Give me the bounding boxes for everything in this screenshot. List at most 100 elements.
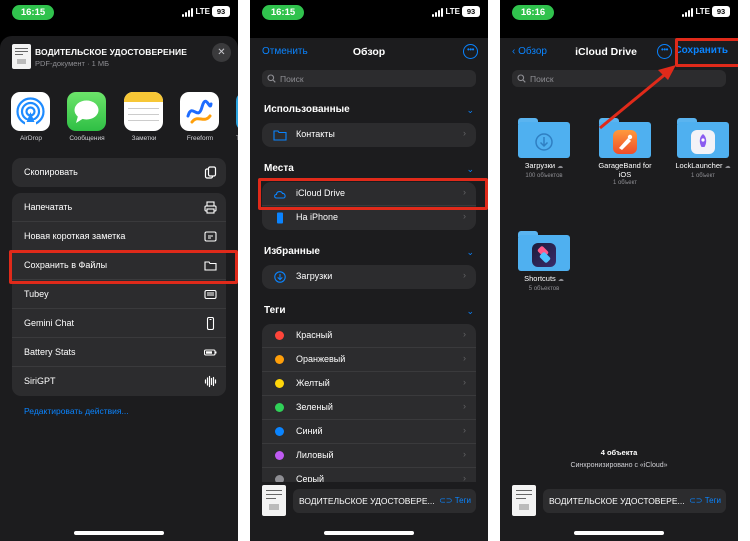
chevron-right-icon: › xyxy=(463,270,466,280)
places-group: iCloud Drive › На iPhone › xyxy=(262,182,476,230)
share-app-label: AirDrop xyxy=(19,135,43,142)
recents-item-contacts[interactable]: Контакты › xyxy=(262,123,476,147)
folder-icon xyxy=(273,130,287,141)
status-time: 16:15 xyxy=(12,5,54,20)
action-copy[interactable]: Скопировать xyxy=(12,158,226,187)
status-time: 16:15 xyxy=(262,5,304,20)
action-label: Скопировать xyxy=(24,167,78,177)
more-options-icon[interactable]: ••• xyxy=(463,44,478,59)
phone-icon xyxy=(204,316,217,331)
locklauncher-icon xyxy=(691,130,715,154)
share-app-notes[interactable]: Заметки xyxy=(124,92,164,142)
tag-item-yellow[interactable]: Желтый › xyxy=(262,372,476,396)
tags-button[interactable]: ⊂⊃ Теги xyxy=(439,496,471,505)
tag-color-dot xyxy=(275,403,284,412)
chevron-down-icon[interactable]: ⌄ xyxy=(466,105,474,116)
folder-locklauncher[interactable]: LockLauncher ☁ 1 объект xyxy=(674,118,732,179)
folder-icon xyxy=(677,118,729,158)
action-tubey[interactable]: Tubey xyxy=(12,280,226,309)
home-indicator xyxy=(574,531,664,535)
status-bar: 16:15 LTE 93 xyxy=(250,0,488,26)
row-label: Загрузки xyxy=(296,271,333,281)
icloud-status-icon: ☁ xyxy=(557,277,564,283)
action-battery-stats[interactable]: Battery Stats xyxy=(12,338,226,367)
tag-color-dot xyxy=(275,451,284,460)
messages-icon xyxy=(67,92,106,131)
search-input[interactable]: Поиск xyxy=(262,70,476,87)
action-save-to-files[interactable]: Сохранить в Файлы xyxy=(12,251,226,280)
edit-actions-link[interactable]: Редактировать действия... xyxy=(24,406,129,416)
file-name-field[interactable]: ВОДИТЕЛЬСКОЕ УДОСТОВЕРЕ... ⊂⊃ Теги xyxy=(543,489,726,513)
tag-item-orange[interactable]: Оранжевый › xyxy=(262,348,476,372)
share-app-freeform[interactable]: Freeform xyxy=(180,92,220,142)
search-input[interactable]: Поиск xyxy=(512,70,726,87)
notes-icon xyxy=(124,92,163,131)
action-label: Напечатать xyxy=(24,202,73,212)
search-icon xyxy=(267,74,276,83)
home-indicator xyxy=(74,531,164,535)
signal-icon xyxy=(682,8,694,17)
home-indicator xyxy=(324,531,414,535)
folder-garageband[interactable]: GarageBand for iOS 1 объект xyxy=(596,118,654,186)
tags-button[interactable]: ⊂⊃ Теги xyxy=(689,496,721,505)
close-icon: ✕ xyxy=(217,47,226,58)
tag-item-blue[interactable]: Синий › xyxy=(262,420,476,444)
chevron-right-icon: › xyxy=(463,377,466,387)
battery-icon xyxy=(203,346,217,359)
share-app-messages[interactable]: Сообщения xyxy=(67,92,107,142)
tag-color-dot xyxy=(275,355,284,364)
folder-shortcuts[interactable]: Shortcuts ☁ 5 объектов xyxy=(515,231,573,292)
iphone-icon xyxy=(277,212,283,224)
chevron-right-icon: › xyxy=(463,425,466,435)
tag-item-purple[interactable]: Лиловый › xyxy=(262,444,476,468)
chevron-down-icon[interactable]: ⌄ xyxy=(466,247,474,258)
action-label: Сохранить в Файлы xyxy=(24,260,108,270)
favorites-item-downloads[interactable]: Загрузки › xyxy=(262,265,476,289)
share-app-airdrop[interactable]: AirDrop xyxy=(11,92,51,142)
browse-screen: 16:15 LTE 93 Отменить Обзор ••• Поиск Ис… xyxy=(250,0,488,541)
folder-name-text: Загрузки xyxy=(524,161,556,170)
share-app-label: Te xyxy=(236,135,238,142)
folder-downloads[interactable]: Загрузки ☁ 100 объектов xyxy=(515,118,573,179)
document-title: ВОДИТЕЛЬСКОЕ УДОСТОВЕРЕНИЕ xyxy=(35,47,187,57)
chevron-down-icon[interactable]: ⌄ xyxy=(466,306,474,317)
action-print[interactable]: Напечатать xyxy=(12,193,226,222)
airdrop-icon xyxy=(11,92,50,131)
chevron-down-icon[interactable]: ⌄ xyxy=(466,164,474,175)
tag-item-red[interactable]: Красный › xyxy=(262,324,476,348)
action-quick-note[interactable]: Новая короткая заметка xyxy=(12,222,226,251)
copy-icon xyxy=(204,166,217,179)
places-item-icloud-drive[interactable]: iCloud Drive › xyxy=(262,182,476,206)
share-sheet-screen: 16:15 LTE 93 ВОДИТЕЛЬСКОЕ УДОСТОВЕРЕНИЕ … xyxy=(0,0,238,541)
tag-item-green[interactable]: Зеленый › xyxy=(262,396,476,420)
folder-name: Shortcuts ☁ xyxy=(515,274,573,285)
telegram-icon xyxy=(236,92,238,131)
folder-icon xyxy=(518,118,570,158)
shortcuts-icon xyxy=(532,243,556,267)
folder-name: Загрузки ☁ xyxy=(515,161,573,172)
tags-group: Красный › Оранжевый › Желтый › Зеленый › Син… xyxy=(262,324,476,492)
row-label: Красный xyxy=(296,330,333,340)
places-item-on-iphone[interactable]: На iPhone › xyxy=(262,206,476,230)
icloud-drive-screen: 16:16 LTE 93 ‹ Обзор iCloud Drive ••• Со… xyxy=(500,0,738,541)
recents-group: Контакты › xyxy=(262,123,476,147)
signal-icon xyxy=(432,8,444,17)
action-label: Battery Stats xyxy=(24,347,76,357)
search-icon xyxy=(517,74,526,83)
chevron-right-icon: › xyxy=(463,401,466,411)
row-label: Желтый xyxy=(296,378,330,388)
folder-name-text: GarageBand for iOS xyxy=(598,161,652,179)
share-app-telegram[interactable]: Te xyxy=(236,92,238,142)
save-button[interactable]: Сохранить xyxy=(674,45,728,56)
file-name-field[interactable]: ВОДИТЕЛЬСКОЕ УДОСТОВЕРЕ... ⊂⊃ Теги xyxy=(293,489,476,513)
chevron-right-icon: › xyxy=(463,211,466,221)
folder-name-text: Shortcuts xyxy=(524,274,556,283)
section-header-recents: Использованные xyxy=(264,104,350,115)
freeform-icon xyxy=(180,92,219,131)
close-button[interactable]: ✕ xyxy=(212,43,231,62)
save-bottom-bar: ВОДИТЕЛЬСКОЕ УДОСТОВЕРЕ... ⊂⊃ Теги xyxy=(500,482,738,522)
share-sheet: ВОДИТЕЛЬСКОЕ УДОСТОВЕРЕНИЕ PDF-документ … xyxy=(0,36,238,541)
action-gemini-chat[interactable]: Gemini Chat xyxy=(12,309,226,338)
action-sirigpt[interactable]: SiriGPT xyxy=(12,367,226,396)
more-options-icon[interactable]: ••• xyxy=(657,44,672,59)
